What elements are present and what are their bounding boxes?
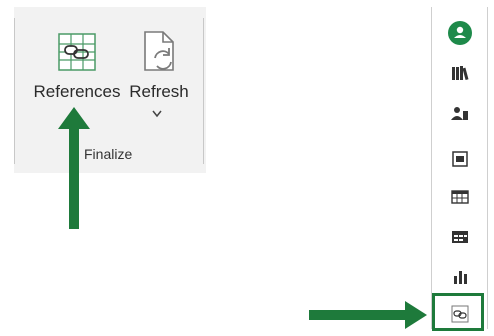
refresh-button[interactable]: Refresh bbox=[126, 24, 192, 102]
ribbon-separator bbox=[14, 18, 15, 164]
bar-chart-icon[interactable] bbox=[432, 259, 487, 295]
chevron-down-icon[interactable] bbox=[152, 110, 162, 118]
side-panel bbox=[431, 7, 488, 329]
references-button[interactable]: References bbox=[31, 24, 123, 102]
arrow-right-icon bbox=[309, 301, 427, 329]
refresh-label: Refresh bbox=[129, 82, 189, 101]
add-icon[interactable] bbox=[432, 15, 487, 51]
books-icon[interactable] bbox=[432, 55, 487, 91]
ribbon-separator bbox=[203, 18, 204, 164]
refresh-icon bbox=[139, 24, 179, 80]
film-icon[interactable] bbox=[432, 141, 487, 177]
group-label: Finalize bbox=[84, 146, 133, 162]
references-icon bbox=[55, 24, 99, 80]
references-label: References bbox=[33, 82, 121, 101]
table-icon[interactable] bbox=[432, 179, 487, 215]
people-icon[interactable] bbox=[432, 95, 487, 131]
table-layout-icon[interactable] bbox=[432, 219, 487, 255]
highlight-box bbox=[432, 293, 484, 331]
arrow-up-icon bbox=[58, 107, 90, 229]
